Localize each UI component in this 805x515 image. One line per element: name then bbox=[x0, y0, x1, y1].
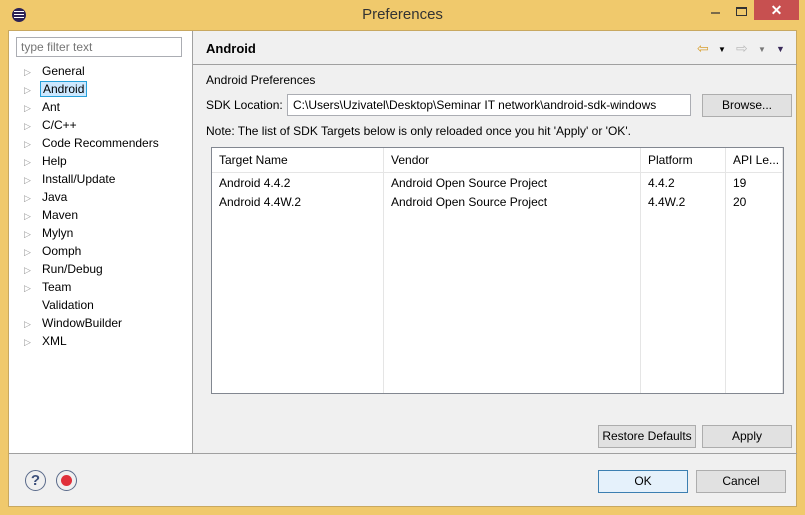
cancel-button[interactable]: Cancel bbox=[696, 470, 786, 493]
table-cell[interactable]: Android Open Source Project bbox=[384, 174, 547, 193]
expand-arrow-icon[interactable]: ▷ bbox=[24, 261, 40, 279]
tree-item[interactable]: ▷ Ant bbox=[24, 98, 62, 116]
sdk-targets-table: Target Name Vendor Platform API Le... An… bbox=[211, 147, 784, 394]
eclipse-icon bbox=[12, 8, 26, 22]
tree-item[interactable]: ▷ WindowBuilder bbox=[24, 314, 124, 332]
browse-button[interactable]: Browse... bbox=[702, 94, 792, 117]
tree-item[interactable]: ▷ Android bbox=[24, 80, 88, 99]
divider bbox=[9, 453, 797, 454]
expand-arrow-icon[interactable]: ▷ bbox=[24, 171, 40, 189]
close-button[interactable]: ✕ bbox=[754, 0, 799, 20]
tree-item-label: Oomph bbox=[42, 244, 82, 258]
table-cell[interactable]: Android 4.4W.2 bbox=[212, 193, 301, 212]
filter-input[interactable] bbox=[16, 37, 182, 57]
tree-item-label: Team bbox=[42, 280, 72, 294]
divider bbox=[193, 64, 797, 65]
expand-arrow-icon[interactable]: ▷ bbox=[24, 135, 40, 153]
page-title: Android bbox=[206, 41, 256, 56]
note-text: Note: The list of SDK Targets below is o… bbox=[206, 124, 631, 138]
table-cell[interactable]: 4.4W.2 bbox=[641, 193, 685, 212]
maximize-button[interactable] bbox=[736, 7, 747, 16]
tree-item[interactable]: ▷ Maven bbox=[24, 206, 80, 224]
tree-item[interactable]: ▷ General bbox=[24, 62, 87, 80]
tree-item[interactable]: ▷ C/C++ bbox=[24, 116, 79, 134]
tree-item-label: Validation bbox=[42, 298, 94, 312]
tree-item[interactable]: ▷ Oomph bbox=[24, 242, 83, 260]
view-menu-icon[interactable]: ▼ bbox=[776, 44, 785, 54]
expand-arrow-icon[interactable]: ▷ bbox=[24, 207, 40, 225]
expand-arrow-icon[interactable]: ▷ bbox=[24, 153, 40, 171]
tree-item[interactable]: ▷ Code Recommenders bbox=[24, 134, 161, 152]
tree-item-label: Help bbox=[42, 154, 67, 168]
tree-item[interactable]: ▷ Install/Update bbox=[24, 170, 117, 188]
expand-arrow-icon[interactable]: ▷ bbox=[24, 279, 40, 297]
tree-item[interactable]: ▷ Java bbox=[24, 188, 69, 206]
forward-arrow-icon[interactable]: ⇨ bbox=[736, 40, 748, 57]
ok-button[interactable]: OK bbox=[598, 470, 688, 493]
expand-arrow-icon[interactable]: ▷ bbox=[24, 333, 40, 351]
tree-item[interactable]: ▷ XML bbox=[24, 332, 69, 350]
expand-arrow-icon[interactable]: ▷ bbox=[24, 117, 40, 135]
column-header-api-level[interactable]: API Le... bbox=[726, 148, 779, 173]
table-cell[interactable]: 20 bbox=[726, 193, 746, 212]
expand-arrow-icon[interactable]: ▷ bbox=[24, 225, 40, 243]
window-title: Preferences bbox=[362, 6, 443, 23]
help-icon[interactable]: ? bbox=[25, 470, 46, 491]
tree-item-label: Android bbox=[40, 81, 88, 97]
table-cell[interactable]: 4.4.2 bbox=[641, 174, 675, 193]
table-cell[interactable]: Android Open Source Project bbox=[384, 193, 547, 212]
section-label: Android Preferences bbox=[206, 73, 316, 87]
expand-arrow-icon[interactable]: ▷ bbox=[24, 315, 40, 333]
expand-arrow-icon[interactable]: ▷ bbox=[24, 81, 40, 99]
tree-item[interactable]: ▷ Help bbox=[24, 152, 69, 170]
minimize-button[interactable] bbox=[711, 12, 720, 14]
tree-item-label: Maven bbox=[42, 208, 79, 222]
back-arrow-icon[interactable]: ⇦ bbox=[697, 40, 709, 57]
restore-defaults-button[interactable]: Restore Defaults bbox=[598, 425, 696, 448]
tree-item-label: Mylyn bbox=[42, 226, 74, 240]
tree-item-label: Install/Update bbox=[42, 172, 116, 186]
back-dropdown-icon[interactable]: ▼ bbox=[718, 45, 726, 54]
expand-arrow-icon[interactable]: ▷ bbox=[24, 243, 40, 261]
table-cell[interactable]: Android 4.4.2 bbox=[212, 174, 290, 193]
expand-arrow-icon[interactable]: ▷ bbox=[24, 99, 40, 117]
tree-item-label: Code Recommenders bbox=[42, 136, 159, 150]
expand-arrow-icon[interactable]: ▷ bbox=[24, 63, 40, 81]
table-cell[interactable]: 19 bbox=[726, 174, 746, 193]
sdk-location-label: SDK Location: bbox=[206, 98, 283, 112]
tree-item[interactable]: ▷ Team bbox=[24, 278, 73, 296]
tree-item[interactable]: ▷ Run/Debug bbox=[24, 260, 105, 278]
tree-item-label: C/C++ bbox=[42, 118, 77, 132]
tree-item-label: WindowBuilder bbox=[42, 316, 123, 330]
tree-item-label: XML bbox=[42, 334, 67, 348]
tree-item[interactable]: ▷ Mylyn bbox=[24, 224, 75, 242]
column-header-target-name[interactable]: Target Name bbox=[212, 148, 288, 173]
record-icon[interactable] bbox=[56, 470, 77, 491]
tree-item[interactable]: Validation bbox=[24, 296, 96, 314]
expand-arrow-icon[interactable]: ▷ bbox=[24, 189, 40, 207]
apply-button[interactable]: Apply bbox=[702, 425, 792, 448]
tree-item-label: General bbox=[42, 64, 85, 78]
sdk-location-input[interactable]: C:\Users\Uzivatel\Desktop\Seminar IT net… bbox=[287, 94, 691, 116]
forward-dropdown-icon[interactable]: ▼ bbox=[758, 45, 766, 54]
tree-item-label: Ant bbox=[42, 100, 61, 114]
column-header-platform[interactable]: Platform bbox=[641, 148, 693, 173]
column-header-vendor[interactable]: Vendor bbox=[384, 148, 429, 173]
tree-item-label: Java bbox=[42, 190, 68, 204]
tree-item-label: Run/Debug bbox=[42, 262, 103, 276]
